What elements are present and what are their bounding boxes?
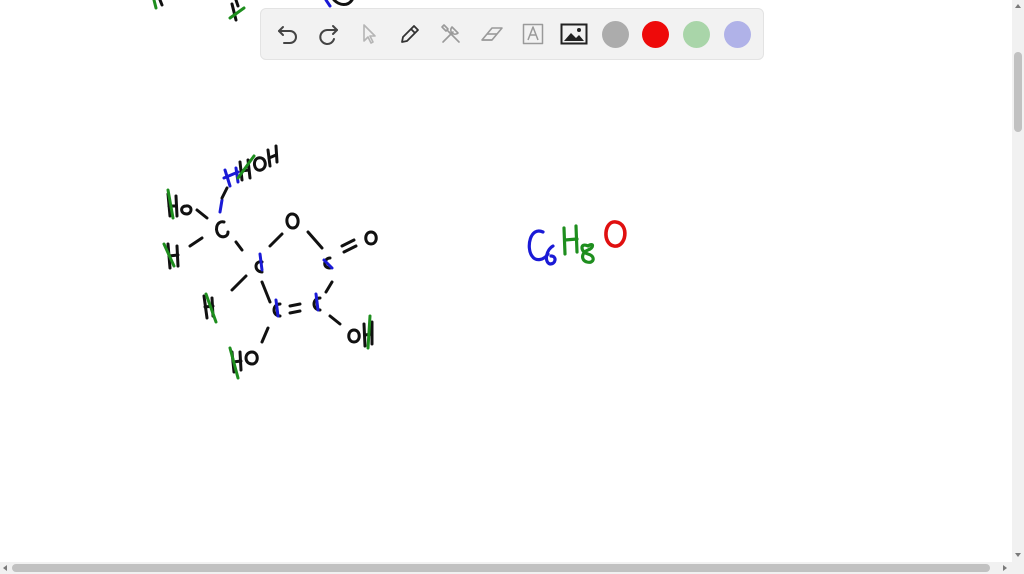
ink-left-group bbox=[162, 186, 244, 270]
pen-icon bbox=[401, 25, 419, 43]
ink-ring bbox=[202, 212, 378, 380]
scroll-right-icon[interactable] bbox=[1003, 565, 1007, 571]
tools-icon bbox=[441, 24, 460, 43]
color-swatch-purple[interactable] bbox=[724, 21, 751, 48]
text-icon bbox=[522, 23, 544, 45]
tools-button[interactable] bbox=[435, 18, 467, 50]
text-button[interactable] bbox=[517, 18, 549, 50]
drawing-canvas[interactable] bbox=[0, 0, 1012, 562]
undo-button[interactable] bbox=[272, 18, 304, 50]
color-swatch-green[interactable] bbox=[683, 21, 710, 48]
color-swatch-gray[interactable] bbox=[602, 21, 629, 48]
undo-icon bbox=[278, 26, 297, 44]
select-button[interactable] bbox=[353, 18, 385, 50]
drawing-toolbar bbox=[260, 8, 764, 60]
scroll-up-icon[interactable] bbox=[1015, 4, 1021, 8]
scrollbar-corner bbox=[1012, 562, 1024, 574]
vertical-scrollbar[interactable] bbox=[1012, 0, 1024, 562]
image-icon bbox=[560, 23, 588, 45]
redo-icon bbox=[319, 25, 338, 45]
ink-formula bbox=[527, 220, 627, 266]
redo-button[interactable] bbox=[312, 18, 344, 50]
eraser-button[interactable] bbox=[476, 18, 508, 50]
color-swatch-red[interactable] bbox=[642, 21, 669, 48]
vertical-scroll-thumb[interactable] bbox=[1014, 52, 1022, 132]
eraser-icon bbox=[481, 27, 503, 41]
scroll-down-icon[interactable] bbox=[1015, 553, 1021, 557]
horizontal-scrollbar[interactable] bbox=[0, 562, 1012, 574]
pen-button[interactable] bbox=[394, 18, 426, 50]
scroll-left-icon[interactable] bbox=[3, 565, 7, 571]
horizontal-scroll-thumb[interactable] bbox=[12, 564, 990, 572]
ink-top-group bbox=[222, 144, 279, 188]
pointer-icon bbox=[363, 24, 376, 44]
whiteboard-app bbox=[0, 0, 1024, 574]
image-button[interactable] bbox=[558, 18, 590, 50]
